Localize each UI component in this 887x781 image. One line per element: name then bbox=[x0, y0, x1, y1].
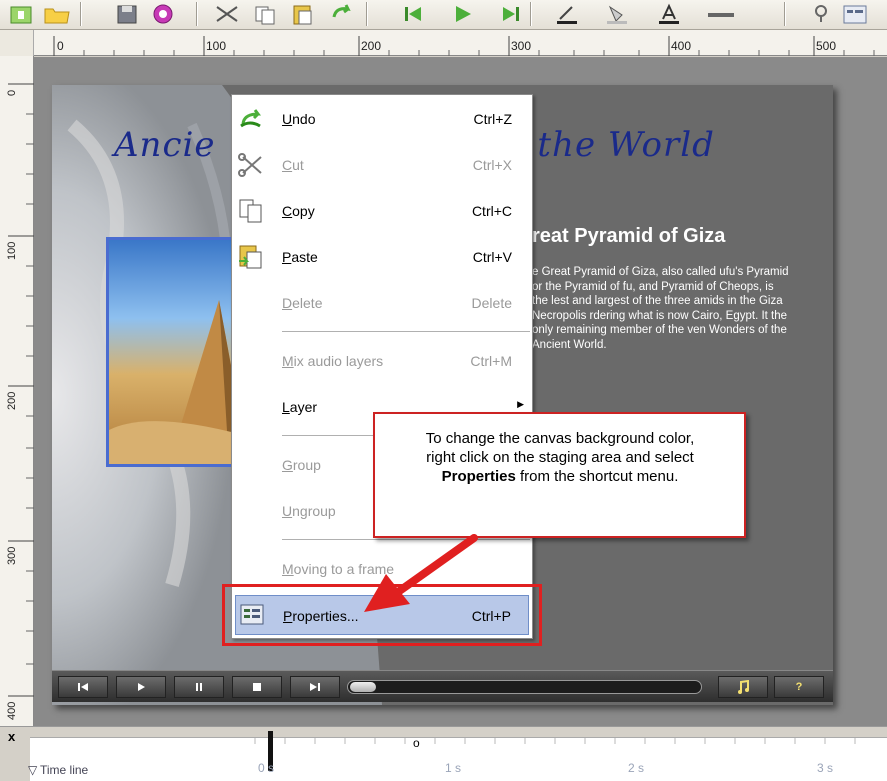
pyramid-photo[interactable] bbox=[106, 237, 246, 467]
timeline-tick-label: 1 s bbox=[445, 761, 462, 775]
scissors-icon[interactable] bbox=[210, 0, 244, 28]
play-button[interactable] bbox=[116, 676, 166, 698]
menu-item-shortcut: Ctrl+M bbox=[470, 353, 512, 369]
menu-item-label: Cut bbox=[282, 157, 304, 173]
menu-item-label: Delete bbox=[282, 295, 323, 311]
vertical-ruler: 0 100 200 300 400 bbox=[0, 56, 34, 726]
vertical-ruler-label: 300 bbox=[6, 546, 18, 565]
menu-item-label: Moving to a frame bbox=[282, 561, 395, 577]
menu-item-shortcut: Delete bbox=[471, 295, 512, 311]
seek-slider[interactable] bbox=[347, 680, 702, 694]
menu-item-shortcut: Ctrl+X bbox=[472, 157, 512, 173]
font-color-icon[interactable] bbox=[652, 0, 686, 28]
timeline-collapse-icon[interactable]: ▽ bbox=[28, 763, 37, 777]
context-menu: Undo Ctrl+Z Cut Ctrl+X Copy Ctrl+C Paste… bbox=[231, 94, 533, 639]
menu-item-label: Layer bbox=[282, 399, 318, 415]
go-to-start-icon[interactable] bbox=[396, 0, 430, 28]
stop-button[interactable] bbox=[232, 676, 282, 698]
toolbar bbox=[0, 0, 887, 30]
vertical-ruler-label: 100 bbox=[6, 241, 18, 260]
app-window: 0 100 200 300 400 500 0 100 200 300 400 bbox=[0, 0, 887, 781]
menu-item-label: Group bbox=[282, 457, 321, 473]
callout-bold-word: Properties bbox=[441, 468, 516, 485]
menu-item-moving-to-a-frame[interactable]: Moving to a frame bbox=[232, 549, 532, 589]
submenu-arrow-icon: ▶ bbox=[517, 399, 524, 409]
copy-icon[interactable] bbox=[248, 0, 282, 28]
close-icon[interactable]: x bbox=[8, 729, 15, 744]
fill-color-icon[interactable] bbox=[600, 0, 634, 28]
menu-item-paste[interactable]: Paste Ctrl+V bbox=[232, 237, 532, 277]
line-color-icon[interactable] bbox=[550, 0, 584, 28]
timeline-marker: o bbox=[413, 736, 420, 750]
pyramid-description: e Great Pyramid of Giza, also called ufu… bbox=[532, 266, 789, 351]
publish-icon[interactable] bbox=[146, 0, 180, 28]
menu-item-mix-audio-layers[interactable]: Mix audio layers Ctrl+M bbox=[232, 341, 532, 381]
scissors-icon bbox=[236, 151, 266, 179]
play-icon[interactable] bbox=[446, 0, 480, 28]
seek-slider-thumb[interactable] bbox=[350, 682, 376, 692]
vertical-ruler-label: 0 bbox=[6, 89, 18, 96]
undo-icon[interactable] bbox=[324, 0, 358, 28]
timeline-label: Time line bbox=[40, 763, 89, 777]
save-icon[interactable] bbox=[110, 0, 144, 28]
ruler-label: 0 bbox=[57, 39, 64, 53]
paste-icon bbox=[236, 243, 266, 271]
timeline-tick-label: 0 s bbox=[258, 761, 275, 775]
vertical-ruler-label: 400 bbox=[6, 701, 18, 720]
callout-line-3: from the shortcut menu. bbox=[515, 468, 679, 485]
menu-item-label: Undo bbox=[282, 111, 316, 127]
menu-item-shortcut: Ctrl+C bbox=[471, 203, 512, 219]
callout-line-2: right click on the staging area and sele… bbox=[426, 449, 694, 466]
ruler-label: 400 bbox=[671, 39, 692, 53]
help-button[interactable]: ? bbox=[774, 676, 824, 698]
undo-icon bbox=[236, 105, 266, 133]
callout-text: To change the canvas background color, r… bbox=[385, 429, 735, 486]
timeline-tick-label: 2 s bbox=[628, 761, 645, 775]
menu-item-label: Mix audio layers bbox=[282, 353, 384, 369]
skip-to-end-icon[interactable] bbox=[290, 676, 340, 698]
line-style-icon[interactable] bbox=[704, 0, 738, 28]
timeline-panel: x o ▽ Time line 0 s 1 s 2 s 3 s bbox=[0, 726, 887, 781]
rewind-to-start-icon[interactable] bbox=[58, 676, 108, 698]
menu-item-label: Ungroup bbox=[282, 503, 336, 519]
menu-item-delete[interactable]: Delete Delete bbox=[232, 283, 532, 323]
menu-item-shortcut: Ctrl+V bbox=[472, 249, 512, 265]
ruler-corner bbox=[0, 30, 34, 56]
slide-title-right: f the World bbox=[512, 125, 715, 165]
player-controls: ? bbox=[52, 670, 833, 702]
slide-title-left: Ancie bbox=[114, 125, 216, 165]
menu-item-undo[interactable]: Undo Ctrl+Z bbox=[232, 99, 532, 139]
ruler-ticks bbox=[53, 36, 875, 56]
paste-icon[interactable] bbox=[286, 0, 320, 28]
ruler-label: 200 bbox=[361, 39, 382, 53]
horizontal-ruler: 0 100 200 300 400 500 bbox=[0, 30, 887, 56]
properties-highlight-box bbox=[222, 584, 542, 646]
go-to-end-icon[interactable] bbox=[494, 0, 528, 28]
menu-item-label: Paste bbox=[282, 249, 318, 265]
ruler-label: 500 bbox=[816, 39, 837, 53]
menu-item-shortcut: Ctrl+Z bbox=[473, 111, 513, 127]
timeline-tick-label: 3 s bbox=[817, 761, 834, 775]
new-file-icon[interactable] bbox=[4, 0, 38, 28]
callout-line-1: To change the canvas background color, bbox=[425, 430, 695, 447]
ruler-label: 300 bbox=[511, 39, 532, 53]
instruction-callout: To change the canvas background color, r… bbox=[373, 412, 746, 538]
pyramid-heading: reat Pyramid of Giza bbox=[532, 225, 726, 247]
copy-icon bbox=[236, 197, 266, 225]
menu-item-copy[interactable]: Copy Ctrl+C bbox=[232, 191, 532, 231]
menu-item-cut[interactable]: Cut Ctrl+X bbox=[232, 145, 532, 185]
pause-button[interactable] bbox=[174, 676, 224, 698]
menu-separator bbox=[282, 539, 530, 541]
menu-item-label: Copy bbox=[282, 203, 315, 219]
menu-separator bbox=[282, 331, 530, 333]
open-folder-icon[interactable] bbox=[40, 0, 74, 28]
vertical-ruler-label: 200 bbox=[6, 391, 18, 410]
ruler-label: 100 bbox=[206, 39, 227, 53]
sound-icon[interactable] bbox=[804, 0, 838, 28]
music-note-icon[interactable] bbox=[718, 676, 768, 698]
properties-toolbar-icon[interactable] bbox=[838, 0, 872, 28]
